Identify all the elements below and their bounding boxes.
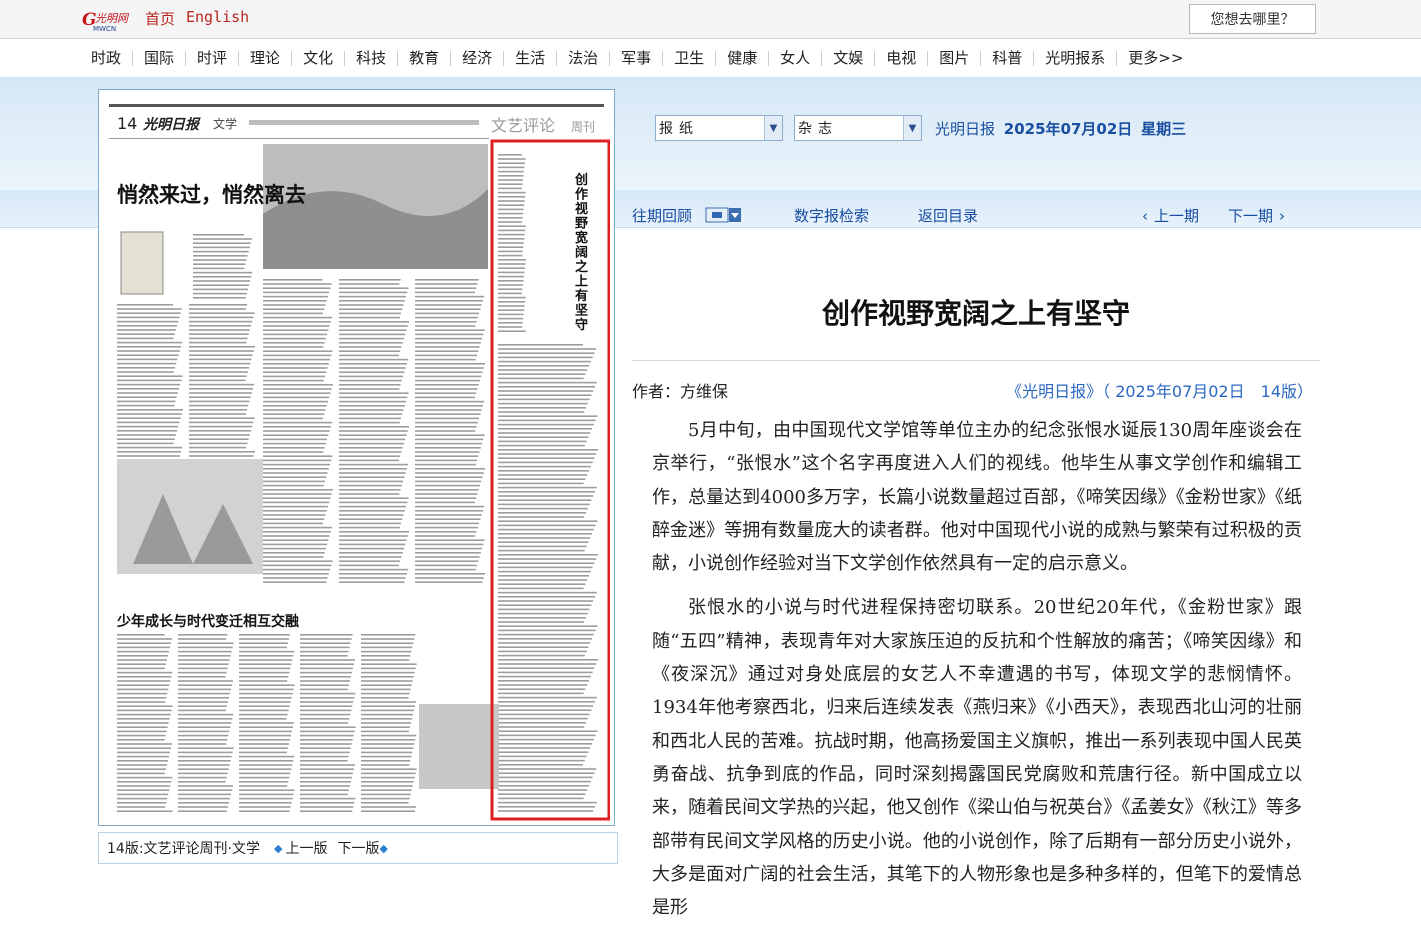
newspaper-page-image: 14 光明日报 文学 文艺评论 周刊 悄然来过，悄然离去 少年成长与时代变迁相互… [109, 104, 610, 821]
prev-issue-label[interactable]: 上一期 [1154, 207, 1199, 225]
paper-select-value: 报纸 [659, 121, 699, 137]
arrow-left-icon[interactable]: ◆ [274, 842, 282, 855]
nav-item-2[interactable]: 时评 [185, 50, 238, 66]
article-paragraph: 张恨水的小说与时代进程保持密切联系。20世纪20年代，《金粉世家》跟随“五四”精… [652, 597, 1302, 919]
magazine-select[interactable]: 杂志 ▼ [794, 115, 922, 141]
title-divider [632, 360, 1320, 361]
nav-item-11[interactable]: 卫生 [662, 50, 715, 66]
page-footer-nav: 14版:文艺评论周刊·文学 ◆ 上一版 下一版 ◆ [98, 832, 618, 864]
current-page-label: 14版:文艺评论周刊·文学 [107, 841, 260, 857]
next-issue-label[interactable]: 下一期 [1228, 207, 1273, 225]
chevron-down-icon[interactable]: ▼ [764, 116, 782, 140]
digital-search-link[interactable]: 数字报检索 [794, 205, 869, 226]
masthead-rule [109, 104, 604, 107]
chevron-left-icon[interactable]: ‹ [1142, 207, 1148, 225]
nav-item-8[interactable]: 生活 [503, 50, 556, 66]
thumb-column-tag: 周刊 [571, 120, 595, 134]
article-source[interactable]: 《光明日报》（ 2025年07月02日 14版） [1006, 378, 1313, 402]
english-link[interactable]: English [186, 8, 249, 26]
prev-page-link[interactable]: 上一版 [285, 838, 327, 858]
nav-item-13[interactable]: 女人 [768, 50, 821, 66]
thumb-page-number: 14 [117, 114, 137, 133]
nav-item-12[interactable]: 健康 [715, 50, 768, 66]
issue-date: 光明日报 2025年07月02日 星期三 [935, 118, 1186, 139]
nav-item-5[interactable]: 科技 [344, 50, 397, 66]
top-bar: G 光明网 MWCN 首页 English 您想去哪里？ [0, 0, 1421, 39]
arrow-right-icon[interactable]: ◆ [379, 842, 387, 855]
gmw-logo[interactable]: G 光明网 MWCN [82, 8, 134, 32]
next-page-link[interactable]: 下一版 [337, 838, 379, 858]
weekday-text: 星期三 [1141, 120, 1187, 138]
paper-name: 光明日报 [935, 120, 996, 138]
nav-list: 时政 国际 时评 理论 文化 科技 教育 经济 生活 法治 军事 卫生 健康 女人 文娱 电视 图片 科普 光明报系… [80, 40, 1194, 76]
chevron-right-icon[interactable]: › [1279, 207, 1285, 225]
thumb-highlight-title: 创作视野宽阔之上有坚守 [574, 172, 588, 333]
nav-item-6[interactable]: 教育 [397, 50, 450, 66]
thumb-article1-title: 悄然来过，悄然离去 [117, 182, 306, 207]
article-author: 作者：方维保 [632, 382, 729, 401]
thumb-book-cover [120, 231, 164, 295]
thumb-masthead: 光明日报 [142, 116, 201, 133]
nav-item-1[interactable]: 国际 [132, 50, 185, 66]
nav-item-14[interactable]: 文娱 [821, 50, 874, 66]
main-nav: 时政 国际 时评 理论 文化 科技 教育 经济 生活 法治 军事 卫生 健康 女人 文娱 电视 图片 科普 光明报系… [0, 40, 1421, 76]
date-text: 2025年07月02日 [1003, 120, 1133, 138]
nav-item-3[interactable]: 理论 [238, 50, 291, 66]
paper-select[interactable]: 报纸 ▼ [655, 115, 783, 141]
article-paragraph: 5月中旬，由中国现代文学馆等单位主办的纪念张恨水诞辰130周年座谈会在京举行，“… [652, 420, 1302, 575]
article-title: 创作视野宽阔之上有坚守 [821, 297, 1130, 330]
next-issue-link[interactable]: 下一期 › [1228, 205, 1291, 226]
thumb-small-photo [419, 704, 499, 789]
calendar-icon[interactable] [705, 206, 743, 224]
back-to-index-link[interactable]: 返回目录 [918, 205, 978, 226]
nav-item-15[interactable]: 电视 [874, 50, 927, 66]
past-issues-link[interactable]: 往期回顾 [632, 205, 692, 226]
nav-item-19[interactable]: 更多>> [1116, 50, 1194, 66]
article-body: 5月中旬，由中国现代文学馆等单位主办的纪念张恨水诞辰130周年座谈会在京举行，“… [652, 414, 1302, 935]
magazine-select-value: 杂志 [798, 121, 838, 137]
nav-item-9[interactable]: 法治 [556, 50, 609, 66]
thumb-section: 文学 [213, 116, 237, 131]
thumb-rule [109, 138, 489, 139]
nav-item-17[interactable]: 科普 [980, 50, 1033, 66]
svg-text:光明网: 光明网 [95, 12, 130, 25]
thumb-column: 文艺评论 [491, 116, 555, 135]
newspaper-page-thumbnail[interactable]: 14 光明日报 文学 文艺评论 周刊 悄然来过，悄然离去 少年成长与时代变迁相互… [98, 89, 615, 826]
nav-item-18[interactable]: 光明报系 [1033, 50, 1116, 66]
nav-item-7[interactable]: 经济 [450, 50, 503, 66]
nav-item-4[interactable]: 文化 [291, 50, 344, 66]
home-link[interactable]: 首页 [145, 8, 175, 29]
thumb-article2-title: 少年成长与时代变迁相互交融 [116, 613, 299, 630]
nav-item-10[interactable]: 军事 [609, 50, 662, 66]
svg-text:MWCN: MWCN [93, 25, 116, 32]
nav-item-0[interactable]: 时政 [80, 50, 132, 66]
thumb-header-line [249, 120, 479, 125]
prev-issue-link[interactable]: ‹ 上一期 [1136, 205, 1199, 226]
nav-item-16[interactable]: 图片 [927, 50, 980, 66]
chevron-down-icon[interactable]: ▼ [903, 116, 921, 140]
search-box[interactable]: 您想去哪里？ [1189, 4, 1316, 34]
